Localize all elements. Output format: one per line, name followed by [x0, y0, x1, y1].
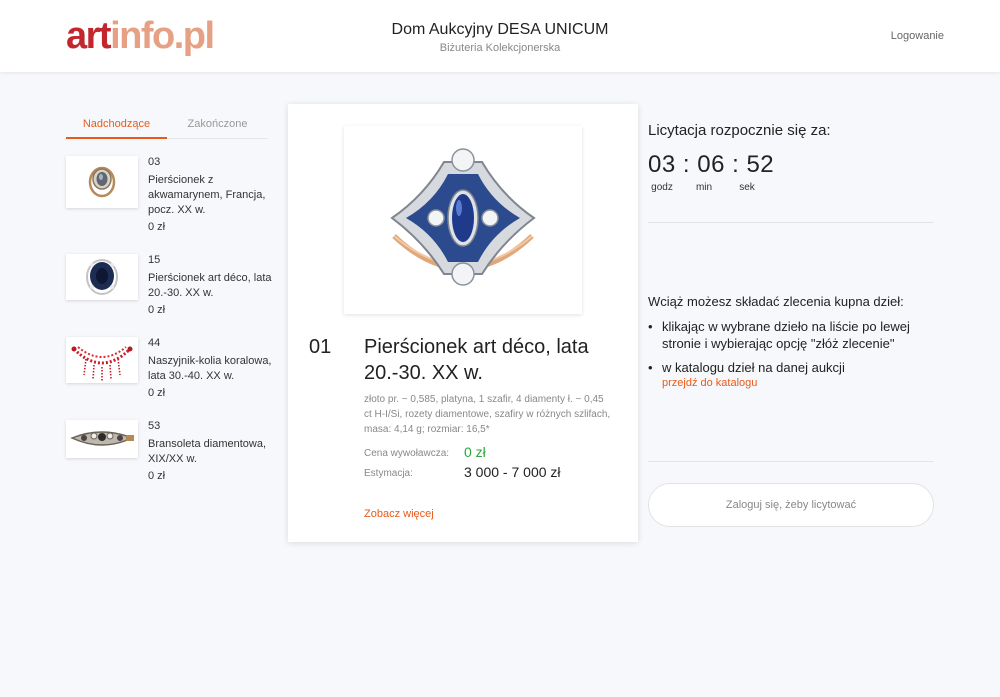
lot-name: Pierścionek art déco, lata 20.-30. XX w.: [148, 272, 272, 299]
countdown-separator: :: [682, 151, 691, 178]
estimate-label: Estymacja:: [364, 468, 413, 479]
login-to-bid-button[interactable]: Zaloguj się, żeby licytować: [648, 483, 934, 527]
lot-photo-art-deco-ring[interactable]: [344, 126, 582, 314]
countdown-minutes: 06: [697, 151, 725, 178]
countdown-hours: 03: [648, 151, 676, 178]
selected-lot-number: 01: [309, 336, 332, 358]
lot-thumbnail-coral-necklace: [66, 337, 138, 383]
selected-lot-card: 01 Pierścionek art déco, lata 20.-30. XX…: [288, 104, 638, 542]
start-price-value: 0 zł: [464, 444, 486, 460]
orders-bullet-text: w katalogu dzieł na danej aukcji: [662, 360, 845, 375]
login-link[interactable]: Logowanie: [891, 30, 944, 42]
lot-tabs: Nadchodzące Zakończone: [66, 110, 268, 139]
tab-finished[interactable]: Zakończone: [167, 110, 268, 139]
divider: [648, 222, 934, 223]
lot-price: 0 zł: [148, 470, 166, 482]
lot-price: 0 zł: [148, 387, 166, 399]
lot-list-item[interactable]: 03 Pierścionek z akwamarynem, Francja, p…: [66, 156, 276, 236]
logo-text-info: info.pl: [110, 15, 215, 57]
lot-thumbnail-aquamarine-ring: [66, 156, 138, 208]
lot-list-item[interactable]: 15 Pierścionek art déco, lata 20.-30. XX…: [66, 254, 276, 334]
lot-name: Bransoleta diamentowa, XIX/XX w.: [148, 438, 267, 465]
selected-lot-title: Pierścionek art déco, lata 20.-30. XX w.: [364, 336, 589, 384]
auction-heading: Dom Aukcyjny DESA UNICUM Biżuteria Kolek…: [300, 20, 700, 54]
selected-lot-description: złoto pr. ~ 0,585, platyna, 1 szafir, 4 …: [364, 394, 611, 435]
lot-list-item[interactable]: 53 Bransoleta diamentowa, XIX/XX w. 0 zł: [66, 420, 276, 500]
go-to-catalog-link[interactable]: przejdź do katalogu: [662, 377, 757, 389]
orders-bullet-text: klikając w wybrane dzieło na liście po l…: [662, 319, 910, 351]
see-more-link[interactable]: Zobacz więcej: [364, 508, 434, 520]
lot-thumbnail-diamond-bracelet: [66, 420, 138, 458]
artinfo-logo[interactable]: artinfo.pl: [66, 14, 215, 58]
lot-number: 44: [148, 337, 161, 349]
estimate-value: 3 000 - 7 000 zł: [464, 464, 561, 480]
lot-price: 0 zł: [148, 221, 166, 233]
lot-name: Pierścionek z akwamarynem, Francja, pocz…: [148, 174, 266, 216]
countdown-timer: 03 : 06 : 52: [648, 151, 774, 179]
countdown-hours-label: godz: [651, 182, 673, 193]
site-header: artinfo.pl Dom Aukcyjny DESA UNICUM Biżu…: [0, 0, 1000, 72]
bullet-dot: •: [648, 360, 653, 375]
lot-number: 03: [148, 156, 161, 168]
countdown-separator: :: [732, 151, 740, 178]
auction-house-title: Dom Aukcyjny DESA UNICUM: [391, 21, 609, 38]
auction-category: Biżuteria Kolekcjonerska: [439, 42, 561, 54]
lot-name: Naszyjnik-kolia koralowa, lata 30.-40. X…: [148, 355, 272, 382]
divider: [648, 461, 934, 462]
lot-number: 15: [148, 254, 161, 266]
lot-list-item[interactable]: 44 Naszyjnik-kolia koralowa, lata 30.-40…: [66, 337, 276, 417]
orders-intro: Wciąż możesz składać zlecenia kupna dzie…: [648, 294, 904, 309]
tab-upcoming[interactable]: Nadchodzące: [66, 110, 167, 139]
countdown-seconds: 52: [746, 151, 775, 178]
countdown-minutes-label: min: [695, 182, 713, 193]
lot-number: 53: [148, 420, 161, 432]
countdown-seconds-label: sek: [739, 182, 755, 193]
lot-thumbnail-art-deco-ring: [66, 254, 138, 300]
start-price-label: Cena wywoławcza:: [364, 448, 450, 459]
countdown-title: Licytacja rozpocznie się za:: [648, 122, 831, 139]
logo-text-art: art: [66, 15, 112, 57]
bullet-dot: •: [648, 319, 653, 334]
lot-price: 0 zł: [148, 304, 166, 316]
